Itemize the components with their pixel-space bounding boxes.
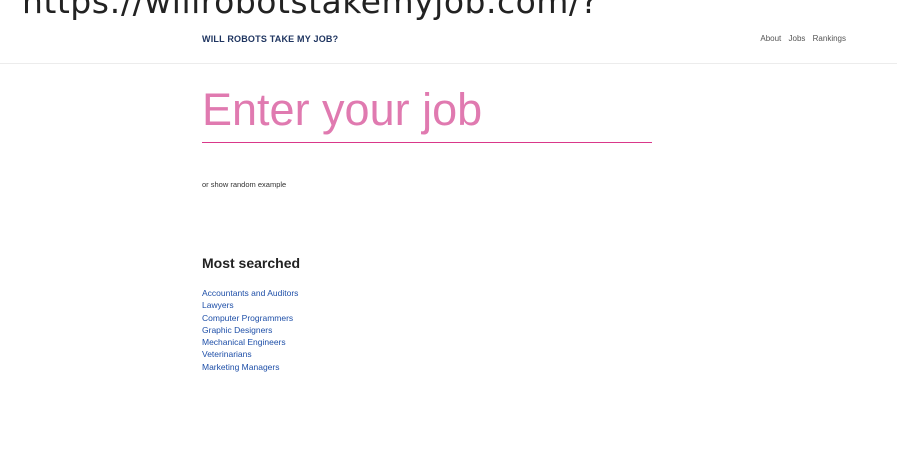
url-text: https://willrobotstakemyjob.com/? — [22, 0, 599, 20]
main-nav: About Jobs Rankings — [755, 34, 846, 43]
url-banner: https://willrobotstakemyjob.com/? — [0, 0, 897, 20]
list-item: Marketing Managers — [202, 361, 298, 373]
job-link-graphic-designers[interactable]: Graphic Designers — [202, 325, 272, 335]
most-searched-heading: Most searched — [202, 255, 301, 271]
list-item: Accountants and Auditors — [202, 287, 298, 299]
job-link-veterinarians[interactable]: Veterinarians — [202, 349, 252, 359]
nav-jobs[interactable]: Jobs — [789, 34, 806, 43]
job-link-computer-programmers[interactable]: Computer Programmers — [202, 313, 293, 323]
nav-about[interactable]: About — [760, 34, 781, 43]
list-item: Computer Programmers — [202, 312, 298, 324]
most-searched-list: Accountants and Auditors Lawyers Compute… — [202, 287, 298, 373]
nav-rankings[interactable]: Rankings — [813, 34, 846, 43]
job-link-accountants[interactable]: Accountants and Auditors — [202, 288, 298, 298]
job-link-mechanical-engineers[interactable]: Mechanical Engineers — [202, 337, 286, 347]
list-item: Mechanical Engineers — [202, 336, 298, 348]
random-example-link[interactable]: or show random example — [202, 180, 286, 189]
job-search-input[interactable] — [202, 78, 652, 143]
list-item: Lawyers — [202, 299, 298, 311]
job-link-marketing-managers[interactable]: Marketing Managers — [202, 362, 279, 372]
top-navbar: WILL ROBOTS TAKE MY JOB? About Jobs Rank… — [0, 20, 897, 64]
job-link-lawyers[interactable]: Lawyers — [202, 300, 234, 310]
brand-logo-link[interactable]: WILL ROBOTS TAKE MY JOB? — [202, 34, 338, 44]
list-item: Graphic Designers — [202, 324, 298, 336]
list-item: Veterinarians — [202, 348, 298, 360]
